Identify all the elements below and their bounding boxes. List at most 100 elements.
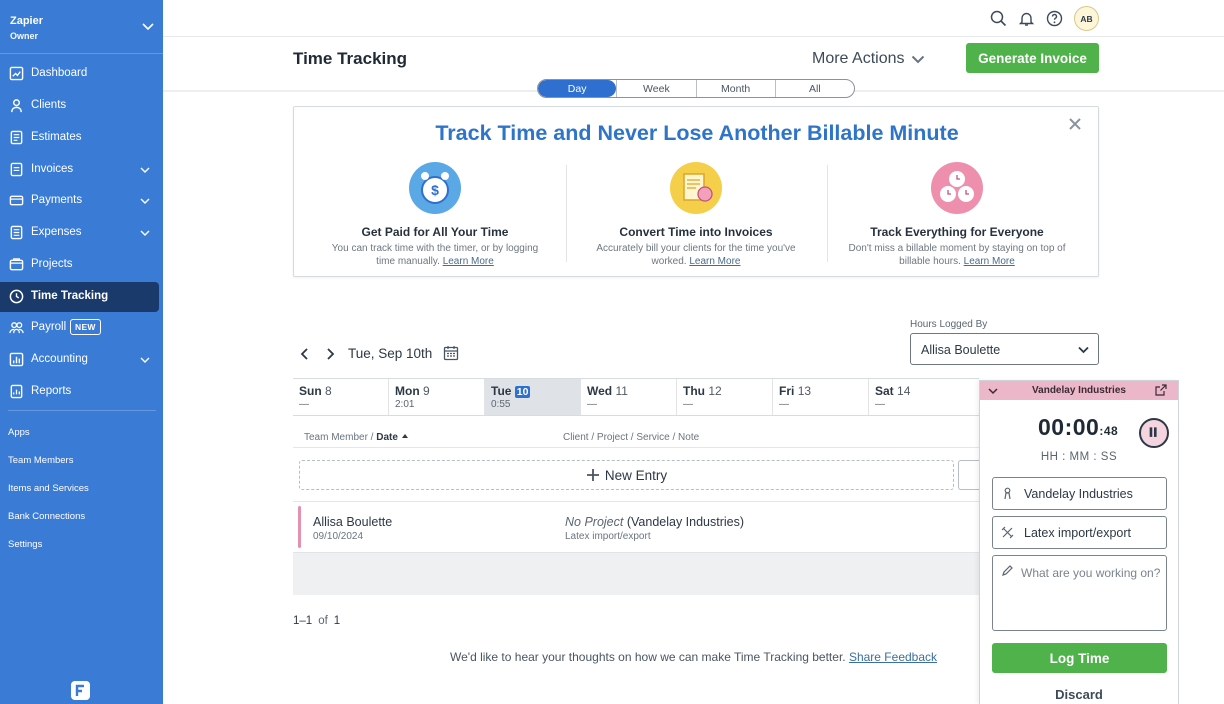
org-name[interactable]: Zapier bbox=[10, 15, 43, 27]
chevron-down-icon[interactable] bbox=[139, 227, 151, 239]
new-entry-button[interactable]: New Entry bbox=[299, 460, 954, 490]
sidebar-item-time-tracking[interactable]: Time Tracking bbox=[0, 282, 159, 312]
column-date[interactable]: Date bbox=[376, 432, 398, 443]
day-wed[interactable]: Wed 11 — bbox=[581, 379, 677, 415]
learn-more-link[interactable]: Learn More bbox=[689, 256, 740, 267]
chevron-down-icon[interactable] bbox=[139, 354, 151, 366]
day-hours: — bbox=[299, 399, 309, 410]
sidebar-item-projects[interactable]: Projects bbox=[0, 250, 163, 280]
sidebar-item-reports[interactable]: Reports bbox=[0, 377, 163, 407]
entry-color-bar bbox=[298, 506, 301, 548]
day-name: Fri bbox=[779, 384, 795, 398]
tab-all[interactable]: All bbox=[774, 80, 854, 97]
sidebar-item-estimates[interactable]: Estimates bbox=[0, 123, 163, 153]
sidebar-item-label: Clients bbox=[31, 99, 67, 111]
sidebar-link-apps[interactable]: Apps bbox=[8, 427, 30, 438]
day-number: 14 bbox=[897, 384, 911, 398]
day-sat[interactable]: Sat 14 — bbox=[869, 379, 979, 415]
share-feedback-link[interactable]: Share Feedback bbox=[849, 650, 937, 664]
discard-button[interactable]: Discard bbox=[980, 687, 1178, 702]
sidebar-item-label: Accounting bbox=[31, 353, 88, 365]
promo-heading: Track Everything for Everyone bbox=[870, 225, 1044, 239]
timer-note-field[interactable]: What are you working on? bbox=[992, 555, 1167, 631]
day-name: Mon bbox=[395, 384, 420, 398]
chevron-right-icon[interactable] bbox=[323, 347, 337, 361]
tab-week[interactable]: Week bbox=[616, 80, 695, 97]
timer-client-title: Vandelay Industries bbox=[1032, 385, 1126, 396]
sidebar-link-bank-connections[interactable]: Bank Connections bbox=[8, 511, 85, 522]
learn-more-link[interactable]: Learn More bbox=[443, 256, 494, 267]
sidebar-item-payroll[interactable]: Payroll NEW bbox=[0, 313, 163, 343]
calendar-icon[interactable] bbox=[443, 345, 459, 361]
entry-member[interactable]: Allisa Boulette bbox=[313, 515, 392, 529]
chevron-down-icon[interactable] bbox=[139, 164, 151, 176]
pagination-total: 1 bbox=[333, 615, 341, 627]
sidebar-item-accounting[interactable]: Accounting bbox=[0, 345, 163, 375]
column-header-member-date[interactable]: Team Member / Date bbox=[304, 432, 409, 443]
more-actions-button[interactable]: More Actions bbox=[812, 50, 926, 68]
avatar[interactable]: AB bbox=[1074, 6, 1099, 31]
entry-project[interactable]: No Project (Vandelay Industries) bbox=[565, 515, 744, 529]
feedback-message: We'd like to hear your thoughts on how w… bbox=[450, 650, 846, 664]
table-footer-band bbox=[293, 552, 979, 595]
page-title: Time Tracking bbox=[293, 49, 408, 68]
generate-invoice-button[interactable]: Generate Invoice bbox=[966, 43, 1099, 73]
accounting-icon bbox=[9, 352, 24, 367]
sidebar-item-dashboard[interactable]: Dashboard bbox=[0, 59, 163, 89]
sidebar-item-expenses[interactable]: Expenses bbox=[0, 218, 163, 248]
timer-panel: Vandelay Industries 00:00:48 HH : MM : S… bbox=[979, 380, 1179, 704]
timer-client-value: Vandelay Industries bbox=[1024, 487, 1133, 501]
promo-column: Track Everything for Everyone Don't miss… bbox=[823, 155, 1091, 268]
day-name: Wed bbox=[587, 384, 613, 398]
bell-icon[interactable] bbox=[1018, 10, 1035, 27]
search-icon[interactable] bbox=[990, 10, 1007, 27]
chevron-left-icon[interactable] bbox=[298, 347, 312, 361]
week-strip: Sun 8 — Mon 9 2:01 Tue 10 0:55 Wed 11 — Thu … bbox=[293, 378, 979, 416]
sidebar-link-settings[interactable]: Settings bbox=[8, 539, 42, 550]
promo-banner: Track Time and Never Lose Another Billab… bbox=[293, 106, 1099, 277]
day-sun[interactable]: Sun 8 — bbox=[293, 379, 389, 415]
day-fri[interactable]: Fri 13 — bbox=[773, 379, 869, 415]
day-name: Sun bbox=[299, 384, 322, 398]
column-header-client: Client / Project / Service / Note bbox=[563, 432, 700, 443]
chevron-down-icon[interactable] bbox=[141, 19, 155, 33]
entry-date: 09/10/2024 bbox=[313, 531, 364, 542]
sort-up-icon bbox=[401, 434, 408, 438]
learn-more-link[interactable]: Learn More bbox=[964, 256, 1015, 267]
alarm-clock-dollar-icon: $ bbox=[409, 162, 461, 214]
day-hours: 2:01 bbox=[395, 399, 415, 410]
chevron-down-icon[interactable] bbox=[139, 195, 151, 207]
help-icon[interactable] bbox=[1046, 10, 1063, 27]
sidebar-link-items-services[interactable]: Items and Services bbox=[8, 483, 89, 494]
promo-text: Accurately bill your clients for the tim… bbox=[562, 243, 830, 268]
timer-client-field[interactable]: Vandelay Industries bbox=[992, 477, 1167, 510]
timer-display: 00:00:48 bbox=[1038, 414, 1118, 441]
sidebar-item-invoices[interactable]: Invoices bbox=[0, 155, 163, 185]
tab-day[interactable]: Day bbox=[538, 80, 617, 97]
close-icon[interactable] bbox=[1068, 117, 1082, 131]
log-time-button[interactable]: Log Time bbox=[992, 643, 1167, 673]
day-mon[interactable]: Mon 9 2:01 bbox=[389, 379, 485, 415]
day-tue[interactable]: Tue 10 0:55 bbox=[485, 379, 581, 415]
chevron-down-icon[interactable] bbox=[988, 386, 998, 396]
freshbooks-logo-icon[interactable] bbox=[71, 681, 90, 700]
day-name: Thu bbox=[683, 384, 705, 398]
day-thu[interactable]: Thu 12 — bbox=[677, 379, 773, 415]
new-entry-label: New Entry bbox=[604, 467, 668, 483]
projects-icon bbox=[9, 258, 24, 271]
current-date: Tue, Sep 10th bbox=[348, 346, 433, 361]
sidebar-link-team-members[interactable]: Team Members bbox=[8, 455, 73, 466]
hours-logged-by-label: Hours Logged By bbox=[910, 319, 988, 330]
tab-month[interactable]: Month bbox=[695, 80, 775, 97]
sidebar-item-payments[interactable]: Payments bbox=[0, 186, 163, 216]
hours-logged-by-select[interactable]: Allisa Boulette bbox=[910, 333, 1099, 365]
day-number: 13 bbox=[797, 384, 812, 398]
external-link-icon[interactable] bbox=[1155, 384, 1167, 396]
pause-icon[interactable] bbox=[1139, 418, 1169, 448]
sidebar-item-clients[interactable]: Clients bbox=[0, 91, 163, 121]
timer-service-field[interactable]: Latex import/export bbox=[992, 516, 1167, 549]
start-timer-button[interactable] bbox=[958, 460, 979, 490]
sidebar-item-label: Reports bbox=[31, 385, 72, 397]
sidebar: Zapier Owner Dashboard Clients Estimates… bbox=[0, 0, 163, 704]
promo-description: You can track time with the timer, or by… bbox=[331, 243, 539, 267]
